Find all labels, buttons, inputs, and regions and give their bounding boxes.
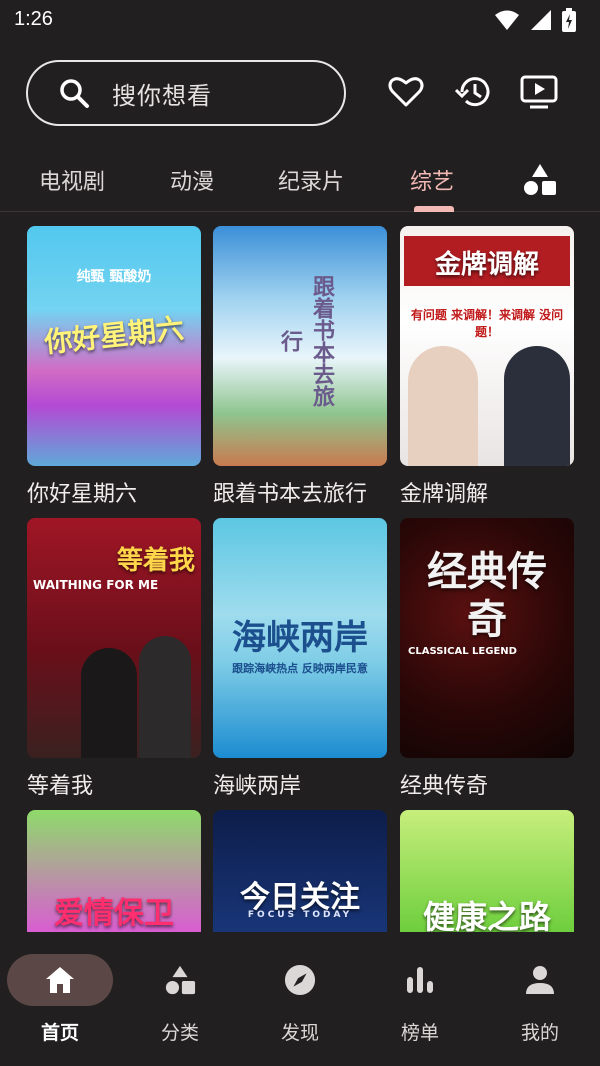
bottom-nav: 首页 分类 发现 榜单 我的 [0,932,600,1066]
poster-title: 爱情保卫战 [54,896,174,931]
status-bar: 1:26 [0,0,600,44]
show-title: 金牌调解 [400,482,489,507]
tab-variety[interactable]: 综艺 [410,164,454,196]
tab-tv-series[interactable]: 电视剧 [39,164,105,196]
poster-image: 经典传奇 CLASSICAL LEGEND [400,518,574,758]
show-card[interactable]: 跟着书本去旅行 跟着书本去旅行 [213,226,387,508]
guest-figure [139,636,191,758]
show-title: 海峡两岸 [213,774,302,799]
poster-subtitle: 有问题 来调解！来调解 没问题！ [410,308,564,339]
nav-profile[interactable]: 我的 [480,932,600,1066]
poster-subtitle: FOCUS TODAY [247,910,353,920]
tab-indicator [414,206,454,212]
nav-label: 首页 [40,1022,79,1044]
nav-label: 发现 [280,1022,319,1044]
poster-title: 金牌调解 [434,250,539,280]
host-figure [408,346,478,466]
poster-image: 金牌调解 有问题 来调解！来调解 没问题！ [400,226,574,466]
poster-subtitle: 纯甄 甄酸奶 [76,269,152,285]
tv-icon [520,75,558,109]
person-icon [524,962,556,998]
search-icon [60,79,89,108]
poster-image: 今日关注 FOCUS TODAY [213,810,387,932]
poster-subtitle: WAITHING FOR ME [33,578,159,592]
poster-subtitle: CLASSICAL LEGEND [408,646,517,657]
chart-icon [404,962,436,998]
show-title: 经典传奇 [400,774,489,799]
show-card[interactable]: 纯甄 甄酸奶 你好星期六 你好星期六 [27,226,201,508]
show-card[interactable]: 金牌调解 有问题 来调解！来调解 没问题！ 金牌调解 [400,226,574,508]
history-icon [455,77,490,107]
guest-figure [81,648,137,758]
poster-title: 跟着书本去旅行 [277,275,334,407]
show-card[interactable]: 今日关注 FOCUS TODAY [213,810,387,932]
show-grid: 纯甄 甄酸奶 你好星期六 你好星期六 跟着书本去旅行 跟着书本去旅行 金牌调解 … [0,226,600,932]
host-figure [504,346,570,466]
poster-image: 爱情保卫战 [27,810,201,932]
show-title: 你好星期六 [27,482,138,507]
wifi-icon [495,10,519,30]
nav-label: 我的 [520,1022,559,1044]
show-card[interactable]: 经典传奇 CLASSICAL LEGEND 经典传奇 [400,518,574,800]
cast-button[interactable] [519,72,559,112]
search-placeholder: 搜你想看 [112,81,212,110]
favorites-button[interactable] [386,72,426,112]
nav-label: 分类 [160,1022,199,1044]
status-icons [494,8,576,32]
search-input[interactable]: 搜你想看 [26,60,346,126]
poster-title: 经典传奇 [427,549,547,643]
battery-icon [562,8,576,32]
tab-anime[interactable]: 动漫 [170,164,214,196]
poster-image: 海峡两岸 跟踪海峡热点 反映两岸民意 [213,518,387,758]
category-icon [164,962,196,998]
poster-title: 等着我 [116,546,195,576]
nav-ranking[interactable]: 榜单 [360,932,480,1066]
nav-label: 榜单 [400,1022,439,1044]
category-tabs: 电视剧 动漫 纪录片 综艺 [0,156,600,212]
status-time: 1:26 [14,8,53,30]
poster-image: 纯甄 甄酸奶 你好星期六 [27,226,201,466]
tab-documentary[interactable]: 纪录片 [278,164,344,196]
signal-icon [531,10,551,30]
history-button[interactable] [453,72,493,112]
show-card[interactable]: 等着我 WAITHING FOR ME 等着我 [27,518,201,800]
poster-title: 你好星期六 [42,311,186,360]
show-title: 等着我 [27,774,94,799]
heart-icon [388,77,424,107]
show-card[interactable]: 海峡两岸 跟踪海峡热点 反映两岸民意 海峡两岸 [213,518,387,800]
more-categories-icon[interactable] [522,162,558,198]
show-card[interactable]: 爱情保卫战 [27,810,201,932]
poster-image: 等着我 WAITHING FOR ME [27,518,201,758]
poster-title: 健康之路 [422,898,551,932]
nav-category[interactable]: 分类 [120,932,240,1066]
poster-title: 海峡两岸 [232,618,368,658]
show-card[interactable]: 健康之路 [400,810,574,932]
poster-image: 健康之路 [400,810,574,932]
nav-home[interactable]: 首页 [0,932,120,1066]
nav-discover[interactable]: 发现 [240,932,360,1066]
compass-icon [284,962,316,998]
poster-image: 跟着书本去旅行 [213,226,387,466]
poster-subtitle: 跟踪海峡热点 反映两岸民意 [232,662,368,675]
show-title: 跟着书本去旅行 [213,482,368,507]
home-icon [44,962,76,998]
